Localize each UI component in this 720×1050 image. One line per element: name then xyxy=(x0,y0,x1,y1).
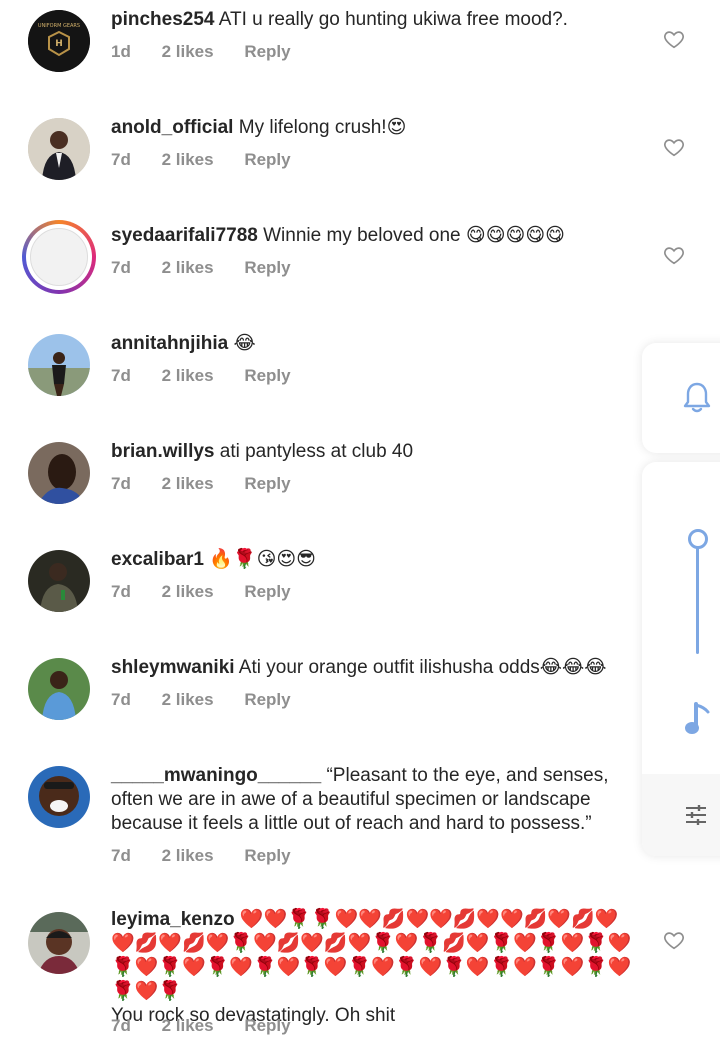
avatar-story-ring[interactable] xyxy=(22,220,96,294)
comment-username[interactable]: leyima_kenzo xyxy=(111,909,235,930)
comment-username[interactable]: brian.willys xyxy=(111,441,214,462)
comment-text: annitahnjihia 😂 xyxy=(111,332,641,356)
comment-time: 7d xyxy=(111,582,131,601)
comment-time: 7d xyxy=(111,150,131,169)
comment-text: syedaarifali7788 Winnie my beloved one 😋… xyxy=(111,224,641,248)
comment-meta: 7d 2 likes Reply xyxy=(111,1016,317,1036)
comment-meta: 7d 2 likes Reply xyxy=(111,690,317,710)
avatar[interactable] xyxy=(28,766,90,828)
avatar[interactable]: H UNIFORM GEARS xyxy=(28,10,90,72)
comment-username[interactable]: _____mwaningo______ xyxy=(111,765,321,786)
comment-username[interactable]: annitahnjihia xyxy=(111,333,228,354)
comment-body: 🔥🌹😘😍😎 xyxy=(209,549,316,570)
comment-username[interactable]: pinches254 xyxy=(111,9,215,30)
comment-body: My lifelong crush!😍 xyxy=(238,117,407,138)
comment-text: anold_official My lifelong crush!😍 xyxy=(111,116,641,140)
comment-body: Winnie my beloved one 😋😋😋😋😋 xyxy=(263,225,565,246)
comment-body: ati pantyless at club 40 xyxy=(219,441,414,462)
comment-time: 7d xyxy=(111,474,131,493)
comment-time: 7d xyxy=(111,846,131,865)
heart-outline-icon[interactable] xyxy=(663,244,685,266)
svg-text:H: H xyxy=(55,39,63,49)
avatar[interactable] xyxy=(28,118,90,180)
reply-button[interactable]: Reply xyxy=(244,1016,290,1035)
comment-meta: 1d 2 likes Reply xyxy=(111,42,317,62)
volume-settings-footer xyxy=(642,774,720,856)
reply-button[interactable]: Reply xyxy=(244,474,290,493)
heart-outline-icon[interactable] xyxy=(663,28,685,50)
comment-text: pinches254 ATI u really go hunting ukiwa… xyxy=(111,8,641,32)
comment-likes[interactable]: 2 likes xyxy=(162,846,214,865)
comment-username[interactable]: anold_official xyxy=(111,117,233,138)
comment-meta: 7d 2 likes Reply xyxy=(111,846,317,866)
sliders-icon[interactable] xyxy=(684,804,708,826)
reply-button[interactable]: Reply xyxy=(244,258,290,277)
comment-meta: 7d 2 likes Reply xyxy=(111,474,317,494)
notification-panel xyxy=(642,343,720,453)
avatar xyxy=(30,228,88,286)
comment-likes[interactable]: 2 likes xyxy=(162,42,214,61)
avatar-logo-text: UNIFORM GEARS xyxy=(38,23,80,29)
comment-body: 😂 xyxy=(233,333,256,354)
comment-meta: 7d 2 likes Reply xyxy=(111,150,317,170)
comment-time: 7d xyxy=(111,1016,131,1035)
avatar[interactable] xyxy=(28,912,90,974)
comment-username[interactable]: syedaarifali7788 xyxy=(111,225,258,246)
comment-meta: 7d 2 likes Reply xyxy=(111,582,317,602)
comment-time: 7d xyxy=(111,690,131,709)
avatar[interactable] xyxy=(28,334,90,396)
comment-username[interactable]: shleymwaniki xyxy=(111,657,235,678)
comment-text: _____mwaningo______ “Pleasant to the eye… xyxy=(111,764,631,836)
reply-button[interactable]: Reply xyxy=(244,42,290,61)
comment-time: 7d xyxy=(111,366,131,385)
comment-text: brian.willys ati pantyless at club 40 xyxy=(111,440,641,464)
avatar[interactable] xyxy=(28,550,90,612)
heart-outline-icon[interactable] xyxy=(663,929,685,951)
reply-button[interactable]: Reply xyxy=(244,690,290,709)
avatar[interactable] xyxy=(28,442,90,504)
comment-time: 1d xyxy=(111,42,131,61)
comment-text: excalibar1 🔥🌹😘😍😎 xyxy=(111,548,641,572)
comment-likes[interactable]: 2 likes xyxy=(162,690,214,709)
volume-slider-thumb[interactable] xyxy=(688,529,708,549)
comment-likes[interactable]: 2 likes xyxy=(162,150,214,169)
comment-username[interactable]: excalibar1 xyxy=(111,549,204,570)
reply-button[interactable]: Reply xyxy=(244,366,290,385)
comment-meta: 7d 2 likes Reply xyxy=(111,366,317,386)
comment-body: ATI u really go hunting ukiwa free mood?… xyxy=(218,9,568,30)
bell-icon[interactable] xyxy=(682,381,712,415)
heart-outline-icon[interactable] xyxy=(663,136,685,158)
avatar[interactable] xyxy=(28,658,90,720)
comment-likes[interactable]: 2 likes xyxy=(162,366,214,385)
comment-likes[interactable]: 2 likes xyxy=(162,582,214,601)
music-note-icon[interactable] xyxy=(684,702,712,736)
comment-likes[interactable]: 2 likes xyxy=(162,1016,214,1035)
comment-likes[interactable]: 2 likes xyxy=(162,474,214,493)
comment-body: Ati your orange outfit ilishusha odds😂😂😂 xyxy=(238,657,607,678)
reply-button[interactable]: Reply xyxy=(244,846,290,865)
volume-slider-track[interactable] xyxy=(696,538,699,654)
comment-time: 7d xyxy=(111,258,131,277)
comment-likes[interactable]: 2 likes xyxy=(162,258,214,277)
comment-meta: 7d 2 likes Reply xyxy=(111,258,317,278)
reply-button[interactable]: Reply xyxy=(244,582,290,601)
comment-text: shleymwaniki Ati your orange outfit ilis… xyxy=(111,656,641,680)
comment-text: leyima_kenzo ❤️❤️🌹🌹❤️❤️💋❤️❤️💋❤️❤️💋❤️💋❤️❤… xyxy=(111,908,641,1028)
reply-button[interactable]: Reply xyxy=(244,150,290,169)
